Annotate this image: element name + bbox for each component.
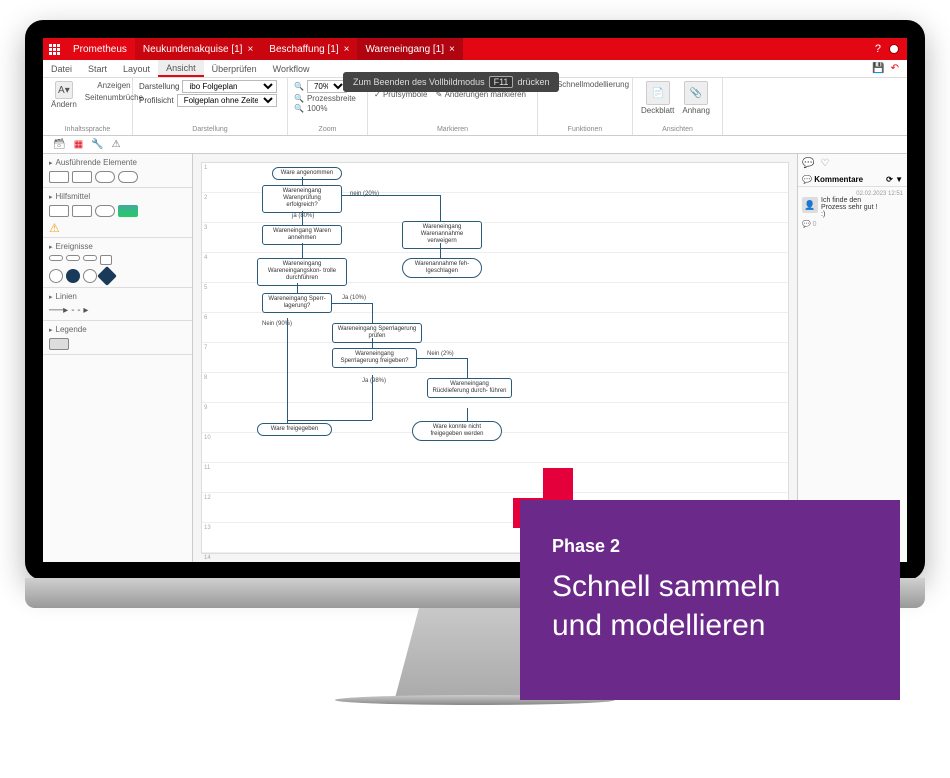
node-fehlgeschlagen[interactable]: Warenannahme feh- lgeschlagen [402,258,482,278]
shape-tool[interactable] [118,205,138,217]
shape-event[interactable] [49,255,63,261]
menu-layout[interactable]: Layout [115,60,158,77]
app-title: Prometheus [65,44,135,55]
fit-width-button[interactable]: 🔍Prozessbreite [294,94,361,103]
node-kontrolle[interactable]: Wareneingang Wareneingangskon- trolle du… [257,258,347,286]
shape-event[interactable] [66,255,80,261]
panel-hilfsmittel[interactable]: Hilfsmittel [49,192,186,201]
wrench-icon[interactable]: 🔧 [91,139,103,150]
node-pruefen[interactable]: Wareneingang Sperrlagerung prüfen [332,323,422,343]
shape-rounded[interactable] [95,171,115,183]
close-icon[interactable]: × [449,44,455,55]
shape-event[interactable] [83,255,97,261]
shape-rounded[interactable] [118,171,138,183]
shape-circle[interactable] [49,269,63,283]
legend-swatch [49,338,69,350]
shape-rect[interactable] [49,171,69,183]
menu-ansicht[interactable]: Ansicht [158,60,204,77]
fullscreen-hint: Zum Beenden des Vollbildmodus F11 drücke… [343,72,559,92]
panel-legende[interactable]: Legende [49,325,186,334]
shape-tool[interactable] [95,205,115,217]
node-decision-pruefung[interactable]: Wareneingang Warenprüfung erfolgreich? [262,185,342,213]
zoom-100-button[interactable]: 🔍100% [294,104,361,113]
comment-item[interactable]: 02.02.2023 12:51 👤 Ich finde den Prozess… [798,186,907,232]
tab-beschaffung[interactable]: Beschaffung [1] × [261,38,357,60]
database-icon[interactable]: 🗃 [53,139,66,150]
warning-icon[interactable]: ⚠ [49,221,69,233]
chat-icon[interactable]: 💬 [802,158,814,169]
filter-icon[interactable]: ⟳ ▼ [886,175,903,184]
shape-circle[interactable] [83,269,97,283]
node-freigeben[interactable]: Wareneingang Sperrlagerung freigeben? [332,348,417,368]
menu-workflow[interactable]: Workflow [265,60,318,77]
tab-wareneingang[interactable]: Wareneingang [1] × [357,38,462,60]
tab-neukundenakquise[interactable]: Neukundenakquise [1] × [135,38,261,60]
panel-ausfuehrende[interactable]: Ausführende Elemente [49,158,186,167]
help-icon[interactable]: ? [875,43,881,55]
shape-tool[interactable] [49,205,69,217]
darstellung-select[interactable]: ibo Folgeplan [182,80,277,93]
profilsicht-select[interactable]: Folgeplan ohne Zeiten/K [177,94,277,107]
menu-ueberpruefen[interactable]: Überprüfen [204,60,265,77]
node-freigegeben[interactable]: Ware freigegeben [257,423,332,436]
close-icon[interactable]: × [344,44,350,55]
warning-icon[interactable]: ⚠ [112,139,121,150]
language-icon: A▾ [55,81,73,99]
save-icon[interactable]: 💾 [872,63,884,74]
layers-icon[interactable]: ▦ [74,139,83,150]
anhang-button[interactable]: 📎Anhang [680,80,712,116]
close-icon[interactable]: × [247,44,253,55]
zoom-select[interactable]: 70% [307,80,347,93]
undo-icon[interactable]: ↶ [891,63,899,74]
shape-diamond[interactable] [97,266,117,286]
node-nicht-freigegeben[interactable]: Ware konnte nicht freigegeben werden [412,421,502,441]
shape-tool[interactable] [72,205,92,217]
node-start[interactable]: Ware angenommen [272,167,342,180]
shape-rect[interactable] [72,171,92,183]
line-solid[interactable]: ──▸ [49,305,68,316]
avatar: 👤 [802,197,818,213]
zoom-icon: 🔍 [294,82,304,91]
heart-icon[interactable]: ♡ [820,158,829,169]
node-ruecklieferung[interactable]: Wareneingang Rücklieferung durch- führen [427,378,512,398]
node-verweigern[interactable]: Wareneingang Warenannahme verweigern [402,221,482,249]
page-icon: 📄 [646,81,670,105]
menu-datei[interactable]: Datei [43,60,80,77]
panel-linien[interactable]: Linien [49,292,186,301]
shape-event[interactable] [100,255,112,265]
panel-ereignisse[interactable]: Ereignisse [49,242,186,251]
attachment-icon: 📎 [684,81,708,105]
deckblatt-button[interactable]: 📄Deckblatt [639,80,676,116]
record-icon[interactable] [889,44,899,54]
line-dashed[interactable]: - - ▸ [71,305,88,316]
change-language-button[interactable]: A▾ Ändern [49,80,79,110]
promo-card: Phase 2 Schnell sammeln und modellieren [520,500,900,700]
shape-circle-filled[interactable] [66,269,80,283]
app-menu-icon[interactable] [43,38,65,60]
node-sperrlagerung[interactable]: Wareneingang Sperr- lagerung? [262,293,332,313]
shapes-panel: Ausführende Elemente Hilfsmittel ⚠ [43,154,193,562]
menu-start[interactable]: Start [80,60,115,77]
